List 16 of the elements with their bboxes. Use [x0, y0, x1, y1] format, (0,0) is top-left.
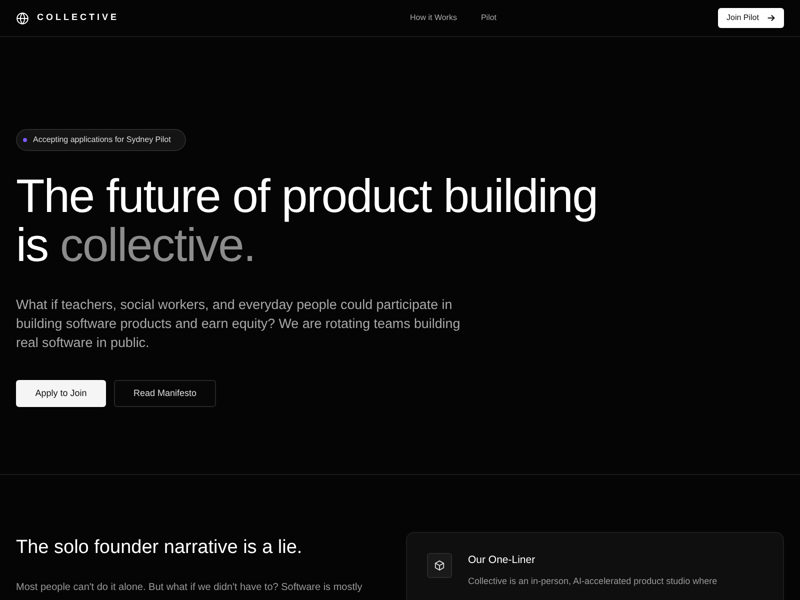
globe-icon: [16, 12, 29, 24]
section-heading: The solo founder narrative is a lie.: [16, 537, 304, 560]
apply-button[interactable]: Apply to Join: [16, 380, 106, 407]
brand-name: COLLECTIVE: [37, 11, 120, 24]
section-text: Most people can't do it alone. But what if we didn't have to? Software is mostly: [16, 580, 364, 595]
hero-headline: The future of product building is collective.: [16, 171, 598, 269]
arrow-right-icon: [766, 14, 775, 22]
badge-text: Accepting applications for Sydney Pilot: [33, 134, 171, 146]
nav-link[interactable]: Pilot: [480, 12, 497, 24]
card-text: Collective is an in-person, AI-accelerated product studio where: [468, 574, 718, 588]
card-title: Our One-Liner: [468, 553, 536, 568]
cube-icon: [427, 553, 452, 578]
hero-description: What if teachers, social workers, and everyday people could participate in building software products and earn equity? We are rotating teams building real software in public.: [16, 296, 462, 352]
manifesto-button[interactable]: Read Manifesto: [114, 380, 216, 407]
join-pilot-button[interactable]: Join Pilot: [718, 8, 784, 28]
nav-link[interactable]: How it Works: [410, 12, 457, 24]
